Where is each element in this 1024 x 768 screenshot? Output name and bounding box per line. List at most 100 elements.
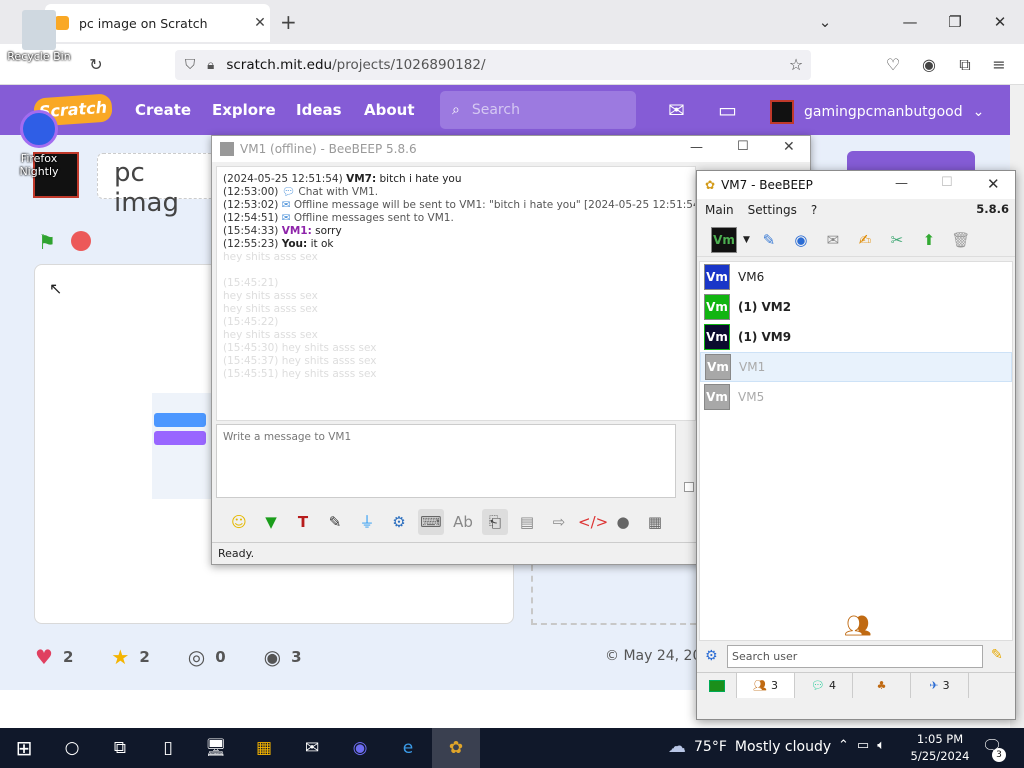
maximize-icon[interactable]: ❐ bbox=[940, 8, 970, 36]
filter-icon[interactable]: ⏚ bbox=[354, 509, 380, 535]
close-icon[interactable]: ✕ bbox=[985, 8, 1015, 36]
main-maximize-icon[interactable]: ☐ bbox=[941, 175, 953, 190]
color-icon[interactable]: ✎ bbox=[322, 509, 348, 535]
recycle-bin-label: Recycle Bin bbox=[7, 50, 71, 63]
font-icon[interactable]: T bbox=[290, 509, 316, 535]
bookmark-star-icon[interactable]: ☆ bbox=[785, 54, 807, 76]
tab-close-icon[interactable]: ✕ bbox=[250, 15, 270, 31]
user-row-vm9[interactable]: Vm (1) VM9 bbox=[700, 322, 1012, 352]
project-date: © May 24, 202 bbox=[605, 648, 711, 664]
recycle-bin-desktop-icon[interactable]: Recycle Bin bbox=[6, 10, 72, 63]
profile-edit-icon[interactable]: ✎ bbox=[756, 227, 782, 253]
scratch-search[interactable]: ⌕ Search bbox=[440, 91, 636, 129]
message-input[interactable]: Write a message to VM1 bbox=[216, 424, 676, 498]
beebeep-taskbar-icon[interactable]: ✿ bbox=[432, 728, 480, 768]
messages-icon[interactable]: ✉ bbox=[668, 98, 685, 122]
user-list: Vm VM6 Vm (1) VM2 Vm (1) VM9 Vm VM1 Vm V… bbox=[699, 261, 1013, 641]
spellcheck-icon[interactable]: Ab bbox=[450, 509, 476, 535]
user-row-vm2[interactable]: Vm (1) VM2 bbox=[700, 292, 1012, 322]
ghost-line: (15:45:51) hey shits asss sex bbox=[223, 368, 377, 380]
main-close-icon[interactable]: ✕ bbox=[987, 175, 1000, 193]
store-icon[interactable]: ▦ bbox=[240, 728, 288, 768]
chat-log[interactable]: (2024-05-25 12:51:54) VM7: bitch i hate … bbox=[216, 166, 696, 421]
project-title[interactable]: pc imag bbox=[97, 153, 227, 218]
extensions-icon[interactable]: ⧉ bbox=[954, 54, 976, 76]
weather-widget[interactable]: ☁ 75°F Mostly cloudy bbox=[668, 736, 831, 757]
main-minimize-icon[interactable]: — bbox=[895, 176, 908, 191]
browser-tab[interactable]: pc image on Scratch ✕ bbox=[45, 4, 270, 42]
nav-ideas[interactable]: Ideas bbox=[296, 101, 342, 119]
user-row-vm5[interactable]: Vm VM5 bbox=[700, 382, 1012, 412]
chat-maximize-icon[interactable]: ☐ bbox=[737, 139, 749, 154]
screenshot-icon[interactable]: ● bbox=[610, 509, 636, 535]
volume-icon[interactable]: 🔈︎ bbox=[877, 738, 885, 753]
network-icon[interactable]: ◉ bbox=[788, 227, 814, 253]
account-icon[interactable]: ◉ bbox=[918, 54, 940, 76]
menu-icon[interactable]: ≡ bbox=[988, 54, 1010, 76]
filter-gear-icon[interactable]: ⚙ bbox=[705, 648, 718, 664]
nav-explore[interactable]: Explore bbox=[212, 101, 276, 119]
chat-minimize-icon[interactable]: — bbox=[690, 140, 703, 155]
nav-create[interactable]: Create bbox=[135, 101, 191, 119]
save-chat-icon[interactable]: ▤ bbox=[514, 509, 540, 535]
firefox-desktop-icon[interactable]: Firefox Nightly bbox=[8, 110, 70, 178]
menu-help[interactable]: ? bbox=[811, 203, 817, 217]
emoticon-icon[interactable]: ☺ bbox=[226, 509, 252, 535]
search-icon: ⌕ bbox=[452, 102, 460, 118]
new-tab-button[interactable]: + bbox=[280, 10, 297, 34]
url-bar[interactable]: ⛉ 🔒︎ scratch.mit.edu /projects/102689018… bbox=[175, 50, 811, 80]
minimize-icon[interactable]: — bbox=[895, 8, 925, 36]
menu-settings[interactable]: Settings bbox=[748, 203, 797, 217]
tools-icon[interactable]: ✂ bbox=[884, 227, 910, 253]
network-icon[interactable]: ▭ bbox=[857, 738, 869, 753]
task-view-icon[interactable]: ⧉ bbox=[96, 728, 144, 768]
notepad-icon[interactable]: ▯ bbox=[144, 728, 192, 768]
send-checkbox[interactable] bbox=[684, 482, 694, 492]
firefox-taskbar-icon[interactable]: ◉ bbox=[336, 728, 384, 768]
user-row-vm6[interactable]: Vm VM6 bbox=[700, 262, 1012, 292]
clear-search-icon[interactable]: ✎ bbox=[991, 647, 1003, 663]
clear-icon[interactable]: ▦ bbox=[642, 509, 668, 535]
user-row-vm1[interactable]: Vm VM1 bbox=[700, 352, 1012, 382]
windows-start-icon[interactable]: ⊞ bbox=[0, 728, 48, 768]
my-stuff-folder-icon[interactable]: ▭ bbox=[718, 98, 737, 122]
taskbar-clock[interactable]: 1:05 PM 5/25/2024 bbox=[908, 731, 972, 765]
love-stat[interactable]: ♥ 2 bbox=[35, 645, 73, 669]
tab-groups[interactable]: ♣ bbox=[853, 673, 911, 698]
tab-chats[interactable]: 💬︎ 4 bbox=[795, 673, 853, 698]
settings-gear-icon[interactable]: ⚙ bbox=[386, 509, 412, 535]
update-icon[interactable]: ⬆ bbox=[916, 227, 942, 253]
tray-chevron-icon[interactable]: ⌃ bbox=[838, 738, 849, 753]
html-icon[interactable]: </> bbox=[578, 509, 608, 535]
user-menu[interactable]: gamingpcmanbutgood ⌄ bbox=[770, 100, 984, 124]
menu-main[interactable]: Main bbox=[705, 203, 734, 217]
nav-about[interactable]: About bbox=[364, 101, 415, 119]
trash-icon[interactable]: 🗑︎ bbox=[948, 227, 974, 253]
edge-icon[interactable]: e bbox=[384, 728, 432, 768]
search-user-input[interactable]: Search user bbox=[727, 645, 983, 668]
keyboard-icon[interactable]: ⌨ bbox=[418, 509, 444, 535]
tab-files[interactable]: ✈ 3 bbox=[911, 673, 969, 698]
green-flag-icon[interactable]: ⚑ bbox=[38, 230, 56, 254]
chat-close-icon[interactable]: ✕ bbox=[783, 139, 795, 155]
green-arrow-icon[interactable]: ▼ bbox=[258, 509, 284, 535]
note-edit-icon[interactable]: ✍ bbox=[852, 227, 878, 253]
search-icon[interactable]: ○ bbox=[48, 728, 96, 768]
tab-home[interactable] bbox=[697, 673, 737, 698]
send-file-icon[interactable]: ⇨ bbox=[546, 509, 572, 535]
main-title: VM7 - BeeBEEP bbox=[721, 178, 813, 192]
favorite-stat[interactable]: ★ 2 bbox=[111, 645, 149, 669]
computer-icon[interactable]: 🖥︎ bbox=[192, 728, 240, 768]
compact-mode-icon[interactable]: ⎗ bbox=[482, 509, 508, 535]
pocket-icon[interactable]: ♡ bbox=[882, 54, 904, 76]
clock-time: 1:05 PM bbox=[916, 732, 964, 746]
my-vm-avatar[interactable]: Vm bbox=[711, 226, 737, 253]
stop-icon[interactable] bbox=[71, 231, 91, 251]
files-tab-icon: ✈ bbox=[929, 679, 939, 692]
list-tabs-icon[interactable]: ⌄ bbox=[810, 8, 840, 36]
mailbox-icon[interactable]: ✉ bbox=[820, 227, 846, 253]
status-dropdown-icon[interactable]: ▼ bbox=[743, 235, 750, 245]
reload-icon[interactable]: ↻ bbox=[85, 54, 107, 76]
tab-users[interactable]: 👥︎ 3 bbox=[737, 673, 795, 698]
mail-icon[interactable]: ✉ bbox=[288, 728, 336, 768]
